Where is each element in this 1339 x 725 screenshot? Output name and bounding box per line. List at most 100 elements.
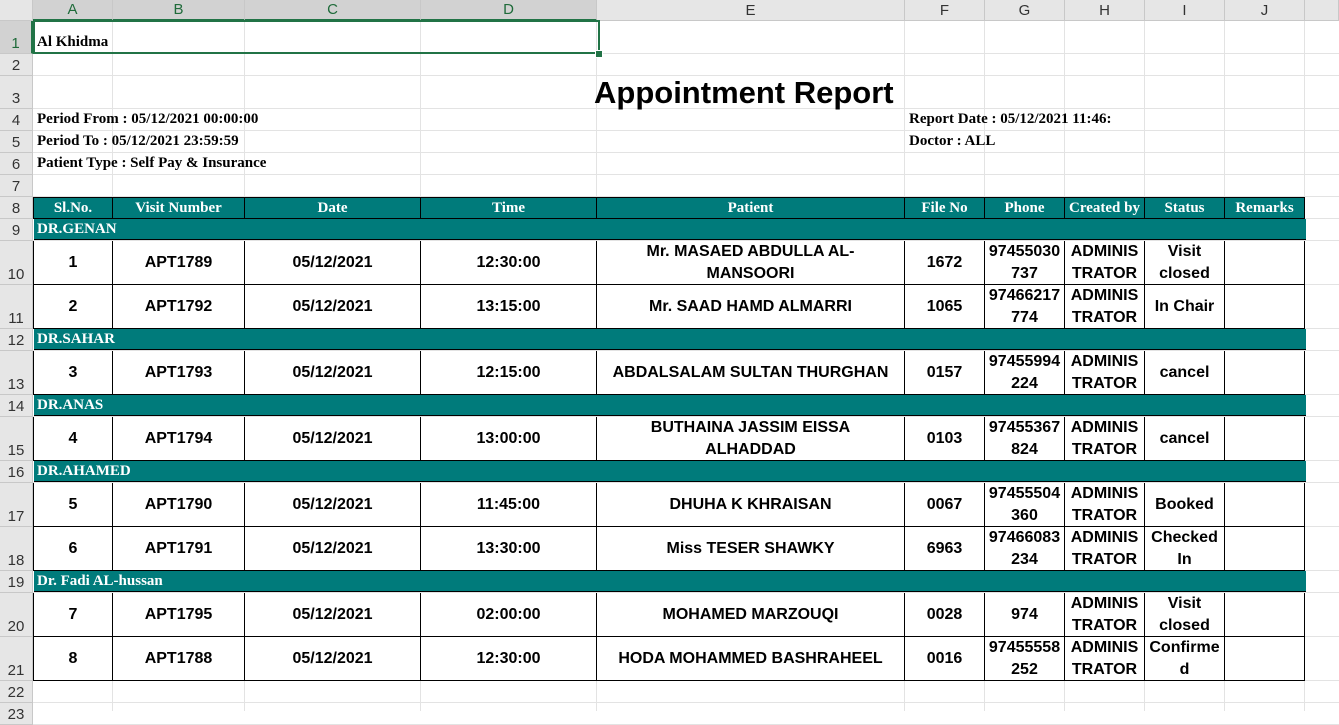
column-header-D[interactable]: D [421,0,597,21]
row-header-16[interactable]: 16 [0,461,33,483]
table-header-patient[interactable]: Patient [597,197,905,219]
cell-created[interactable]: ADMINIS TRATOR [1065,527,1145,571]
doctor-group-header[interactable]: DR.GENAN [34,219,1306,240]
table-header-status[interactable]: Status [1145,197,1225,219]
doctor-filter[interactable]: Doctor : ALL [909,133,995,150]
cell-time[interactable]: 02:00:00 [421,593,597,637]
cell-status[interactable]: cancel [1145,351,1225,395]
cell-sl[interactable]: 1 [33,241,113,285]
cell-date[interactable]: 05/12/2021 [245,285,421,329]
select-all-corner[interactable] [0,0,33,21]
row-header-3[interactable]: 3 [0,76,33,109]
cell-visit[interactable]: APT1792 [113,285,245,329]
row-header-14[interactable]: 14 [0,395,33,417]
cell-file[interactable]: 1672 [905,241,985,285]
cell-file[interactable]: 0067 [905,483,985,527]
row-header-20[interactable]: 20 [0,593,33,637]
cell-sl[interactable]: 6 [33,527,113,571]
cell-patient[interactable]: ABDALSALAM SULTAN THURGHAN [597,351,905,395]
cell-status[interactable]: Confirme d [1145,637,1225,681]
company-name[interactable]: Al Khidma [37,34,108,51]
column-header-E[interactable]: E [597,0,905,21]
column-header-H[interactable]: H [1065,0,1145,21]
cell-phone[interactable]: 974 [985,593,1065,637]
column-header-A[interactable]: A [33,0,113,21]
row-header-9[interactable]: 9 [0,219,33,241]
cell-remarks[interactable] [1225,527,1305,571]
row-header-17[interactable]: 17 [0,483,33,527]
row-header-11[interactable]: 11 [0,285,33,329]
cell-status[interactable]: cancel [1145,417,1225,461]
cell-visit[interactable]: APT1794 [113,417,245,461]
cell-sl[interactable]: 2 [33,285,113,329]
column-header-F[interactable]: F [905,0,985,21]
doctor-group-header[interactable]: DR.SAHAR [34,329,1306,350]
cell-file[interactable]: 0028 [905,593,985,637]
doctor-group-header[interactable]: DR.ANAS [34,395,1306,416]
cell-time[interactable]: 12:30:00 [421,637,597,681]
cell-phone[interactable]: 97466217 774 [985,285,1065,329]
column-header-J[interactable]: J [1225,0,1305,21]
patient-type[interactable]: Patient Type : Self Pay & Insurance [37,155,266,172]
cell-remarks[interactable] [1225,637,1305,681]
cell-file[interactable]: 6963 [905,527,985,571]
cell-time[interactable]: 13:15:00 [421,285,597,329]
cell-created[interactable]: ADMINIS TRATOR [1065,483,1145,527]
cell-time[interactable]: 13:00:00 [421,417,597,461]
selected-range-A1-D1[interactable] [33,20,600,54]
cell-created[interactable]: ADMINIS TRATOR [1065,241,1145,285]
cell-phone[interactable]: 97455367 824 [985,417,1065,461]
cell-remarks[interactable] [1225,483,1305,527]
column-header-G[interactable]: G [985,0,1065,21]
fill-handle[interactable] [595,50,603,58]
cell-date[interactable]: 05/12/2021 [245,637,421,681]
cell-status[interactable]: Booked [1145,483,1225,527]
row-header-21[interactable]: 21 [0,637,33,681]
cell-sl[interactable]: 8 [33,637,113,681]
column-header-B[interactable]: B [113,0,245,21]
cell-phone[interactable]: 97466083 234 [985,527,1065,571]
cell-phone[interactable]: 97455558 252 [985,637,1065,681]
report-title[interactable]: Appointment Report [594,75,894,111]
cell-date[interactable]: 05/12/2021 [245,417,421,461]
cell-sl[interactable]: 3 [33,351,113,395]
row-header-15[interactable]: 15 [0,417,33,461]
table-header-date[interactable]: Date [245,197,421,219]
cell-sl[interactable]: 7 [33,593,113,637]
cell-date[interactable]: 05/12/2021 [245,483,421,527]
cell-patient[interactable]: Mr. SAAD HAMD ALMARRI [597,285,905,329]
cell-patient[interactable]: Miss TESER SHAWKY [597,527,905,571]
cell-file[interactable]: 0103 [905,417,985,461]
cell-time[interactable]: 11:45:00 [421,483,597,527]
cell-time[interactable]: 12:30:00 [421,241,597,285]
row-header-7[interactable]: 7 [0,175,33,197]
cell-remarks[interactable] [1225,351,1305,395]
cell-patient[interactable]: BUTHAINA JASSIM EISSA ALHADDAD [597,417,905,461]
cell-patient[interactable]: Mr. MASAED ABDULLA AL- MANSOORI [597,241,905,285]
cell-date[interactable]: 05/12/2021 [245,527,421,571]
cell-status[interactable]: Checked In [1145,527,1225,571]
row-header-1[interactable]: 1 [0,21,33,54]
cell-patient[interactable]: HODA MOHAMMED BASHRAHEEL [597,637,905,681]
cell-file[interactable]: 1065 [905,285,985,329]
cell-visit[interactable]: APT1790 [113,483,245,527]
cell-created[interactable]: ADMINIS TRATOR [1065,637,1145,681]
column-header-C[interactable]: C [245,0,421,21]
row-header-18[interactable]: 18 [0,527,33,571]
row-header-23[interactable]: 23 [0,703,33,725]
cell-visit[interactable]: APT1788 [113,637,245,681]
cell-visit[interactable]: APT1789 [113,241,245,285]
doctor-group-header[interactable]: Dr. Fadi AL-hussan [34,571,1306,592]
table-header-visit-number[interactable]: Visit Number [113,197,245,219]
cell-visit[interactable]: APT1791 [113,527,245,571]
row-header-10[interactable]: 10 [0,241,33,285]
row-header-13[interactable]: 13 [0,351,33,395]
cell-sl[interactable]: 4 [33,417,113,461]
column-header-I[interactable]: I [1145,0,1225,21]
row-header-22[interactable]: 22 [0,681,33,703]
cell-status[interactable]: In Chair [1145,285,1225,329]
cell-date[interactable]: 05/12/2021 [245,351,421,395]
cell-created[interactable]: ADMINIS TRATOR [1065,417,1145,461]
cell-visit[interactable]: APT1795 [113,593,245,637]
cell-phone[interactable]: 97455030 737 [985,241,1065,285]
